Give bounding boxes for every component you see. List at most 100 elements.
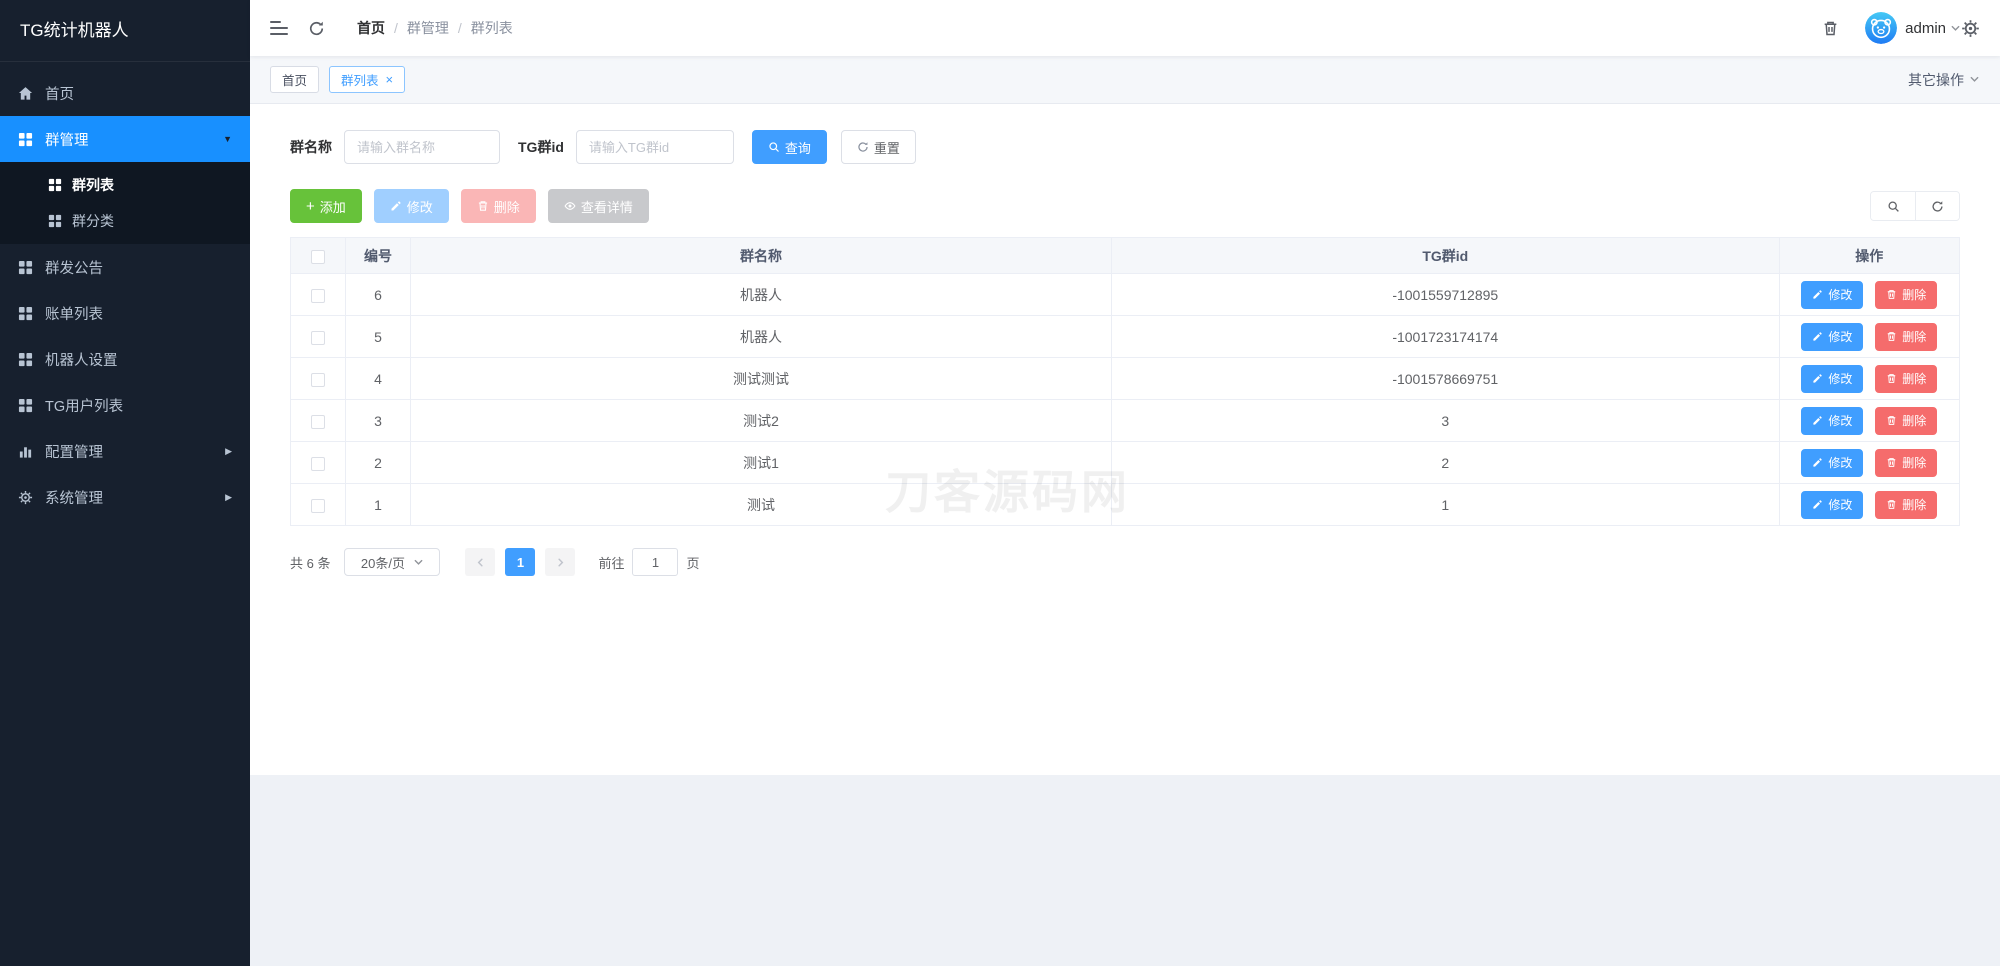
row-edit-button[interactable]: 修改 <box>1801 365 1863 393</box>
row-delete-button[interactable]: 删除 <box>1875 281 1937 309</box>
header-tg-id: TG群id <box>1111 238 1779 274</box>
grid-icon <box>18 352 33 367</box>
table-header-row: 编号 群名称 TG群id 操作 <box>291 238 1960 274</box>
cell-tg-id: -1001559712895 <box>1111 274 1779 316</box>
more-actions-dropdown[interactable]: 其它操作 <box>1908 70 1980 90</box>
tab-home[interactable]: 首页 <box>270 66 319 93</box>
row-delete-button[interactable]: 删除 <box>1875 323 1937 351</box>
home-icon <box>18 86 33 101</box>
user-dropdown[interactable]: admin <box>1905 20 1961 37</box>
group-name-input[interactable] <box>344 130 500 164</box>
edit-button[interactable]: 修改 <box>374 189 449 223</box>
sidebar-item-home[interactable]: 首页 <box>0 70 250 116</box>
row-edit-label: 修改 <box>1828 328 1852 345</box>
row-checkbox[interactable] <box>311 373 325 387</box>
trash-icon[interactable] <box>1822 20 1839 37</box>
pen-icon <box>1812 289 1823 300</box>
row-checkbox[interactable] <box>311 331 325 345</box>
tg-group-id-input[interactable] <box>576 130 734 164</box>
goto-label: 前往 <box>598 553 624 572</box>
cell-tg-id: 2 <box>1111 442 1779 484</box>
refresh-icon[interactable] <box>308 20 325 37</box>
page-background <box>250 775 2000 966</box>
sidebar-item-config-management[interactable]: 配置管理 ▶ <box>0 428 250 474</box>
chevron-down-icon <box>1969 74 1980 85</box>
row-delete-button[interactable]: 删除 <box>1875 491 1937 519</box>
delete-button-label: 删除 <box>494 197 520 216</box>
delete-button[interactable]: 删除 <box>461 189 536 223</box>
view-detail-button-label: 查看详情 <box>581 197 633 216</box>
header-group-name: 群名称 <box>411 238 1112 274</box>
sidebar-toggle-icon[interactable] <box>270 21 288 35</box>
grid-icon <box>48 214 62 228</box>
next-page-button[interactable] <box>545 548 575 576</box>
sidebar-item-bill-list[interactable]: 账单列表 <box>0 290 250 336</box>
breadcrumb-separator: / <box>458 20 462 36</box>
sidebar-item-tg-user-list[interactable]: TG用户列表 <box>0 382 250 428</box>
reset-button[interactable]: 重置 <box>841 130 916 164</box>
trash-icon <box>1886 331 1897 342</box>
cell-group-name: 测试测试 <box>411 358 1112 400</box>
cell-tg-id: -1001578669751 <box>1111 358 1779 400</box>
breadcrumb-group-management: 群管理 <box>407 18 449 38</box>
row-checkbox[interactable] <box>311 457 325 471</box>
navbar-right: admin <box>1822 12 1980 44</box>
pagination: 共 6 条 20条/页 1 前往 页 <box>290 548 1960 576</box>
row-edit-button[interactable]: 修改 <box>1801 491 1863 519</box>
page-number-current[interactable]: 1 <box>505 548 535 576</box>
select-all-checkbox[interactable] <box>311 250 325 264</box>
row-edit-label: 修改 <box>1828 454 1852 471</box>
cell-group-name: 测试1 <box>411 442 1112 484</box>
row-edit-button[interactable]: 修改 <box>1801 323 1863 351</box>
tab-group-list[interactable]: 群列表 × <box>329 66 405 93</box>
sidebar-item-system-management[interactable]: 系统管理 ▶ <box>0 474 250 520</box>
sidebar-item-group-announcement[interactable]: 群发公告 <box>0 244 250 290</box>
page-content: 群名称 TG群id 查询 重置 + 添加 <box>250 104 2000 775</box>
row-checkbox[interactable] <box>311 415 325 429</box>
row-checkbox[interactable] <box>311 289 325 303</box>
breadcrumb-home[interactable]: 首页 <box>357 18 385 38</box>
sidebar-item-label: 群分类 <box>72 211 114 231</box>
sidebar-item-robot-settings[interactable]: 机器人设置 <box>0 336 250 382</box>
settings-gear-icon[interactable] <box>1961 19 1980 38</box>
row-delete-label: 删除 <box>1902 370 1926 387</box>
row-edit-button[interactable]: 修改 <box>1801 449 1863 477</box>
chevron-down-icon <box>413 557 424 568</box>
header-actions: 操作 <box>1779 238 1959 274</box>
add-button[interactable]: + 添加 <box>290 189 362 223</box>
cell-group-name: 测试 <box>411 484 1112 526</box>
search-icon <box>1887 200 1900 213</box>
table-toolbar: + 添加 修改 删除 查看详情 <box>290 189 1960 223</box>
row-delete-label: 删除 <box>1902 286 1926 303</box>
refresh-table-button[interactable] <box>1915 192 1959 220</box>
group-table: 编号 群名称 TG群id 操作 6 机器人 -1001559712895 修改 <box>290 237 1960 526</box>
query-button[interactable]: 查询 <box>752 130 827 164</box>
breadcrumb-separator: / <box>394 20 398 36</box>
row-delete-button[interactable]: 删除 <box>1875 407 1937 435</box>
row-edit-button[interactable]: 修改 <box>1801 407 1863 435</box>
avatar[interactable] <box>1865 12 1897 44</box>
prev-page-button[interactable] <box>465 548 495 576</box>
toggle-search-button[interactable] <box>1871 192 1915 220</box>
sidebar-item-group-category[interactable]: 群分类 <box>0 203 250 239</box>
close-icon[interactable]: × <box>386 73 394 86</box>
sidebar-item-label: 机器人设置 <box>45 349 118 370</box>
sidebar-item-label: 系统管理 <box>45 487 103 508</box>
view-detail-button[interactable]: 查看详情 <box>548 189 649 223</box>
row-delete-button[interactable]: 删除 <box>1875 449 1937 477</box>
pen-icon <box>390 200 402 212</box>
sidebar: TG统计机器人 首页 群管理 ▼ 群列表 群分类 <box>0 0 250 966</box>
page-size-select[interactable]: 20条/页 <box>344 548 440 576</box>
row-edit-button[interactable]: 修改 <box>1801 281 1863 309</box>
table-row: 1 测试 1 修改 删除 <box>291 484 1960 526</box>
sidebar-item-label: 配置管理 <box>45 441 103 462</box>
avatar-image <box>1865 12 1897 44</box>
trash-icon <box>477 200 489 212</box>
sidebar-item-group-list[interactable]: 群列表 <box>0 167 250 203</box>
row-checkbox[interactable] <box>311 499 325 513</box>
eye-icon <box>564 200 576 212</box>
sidebar-item-group-management[interactable]: 群管理 ▼ <box>0 116 250 162</box>
row-delete-button[interactable]: 删除 <box>1875 365 1937 393</box>
refresh-icon <box>1931 200 1944 213</box>
goto-page-input[interactable] <box>632 548 678 576</box>
